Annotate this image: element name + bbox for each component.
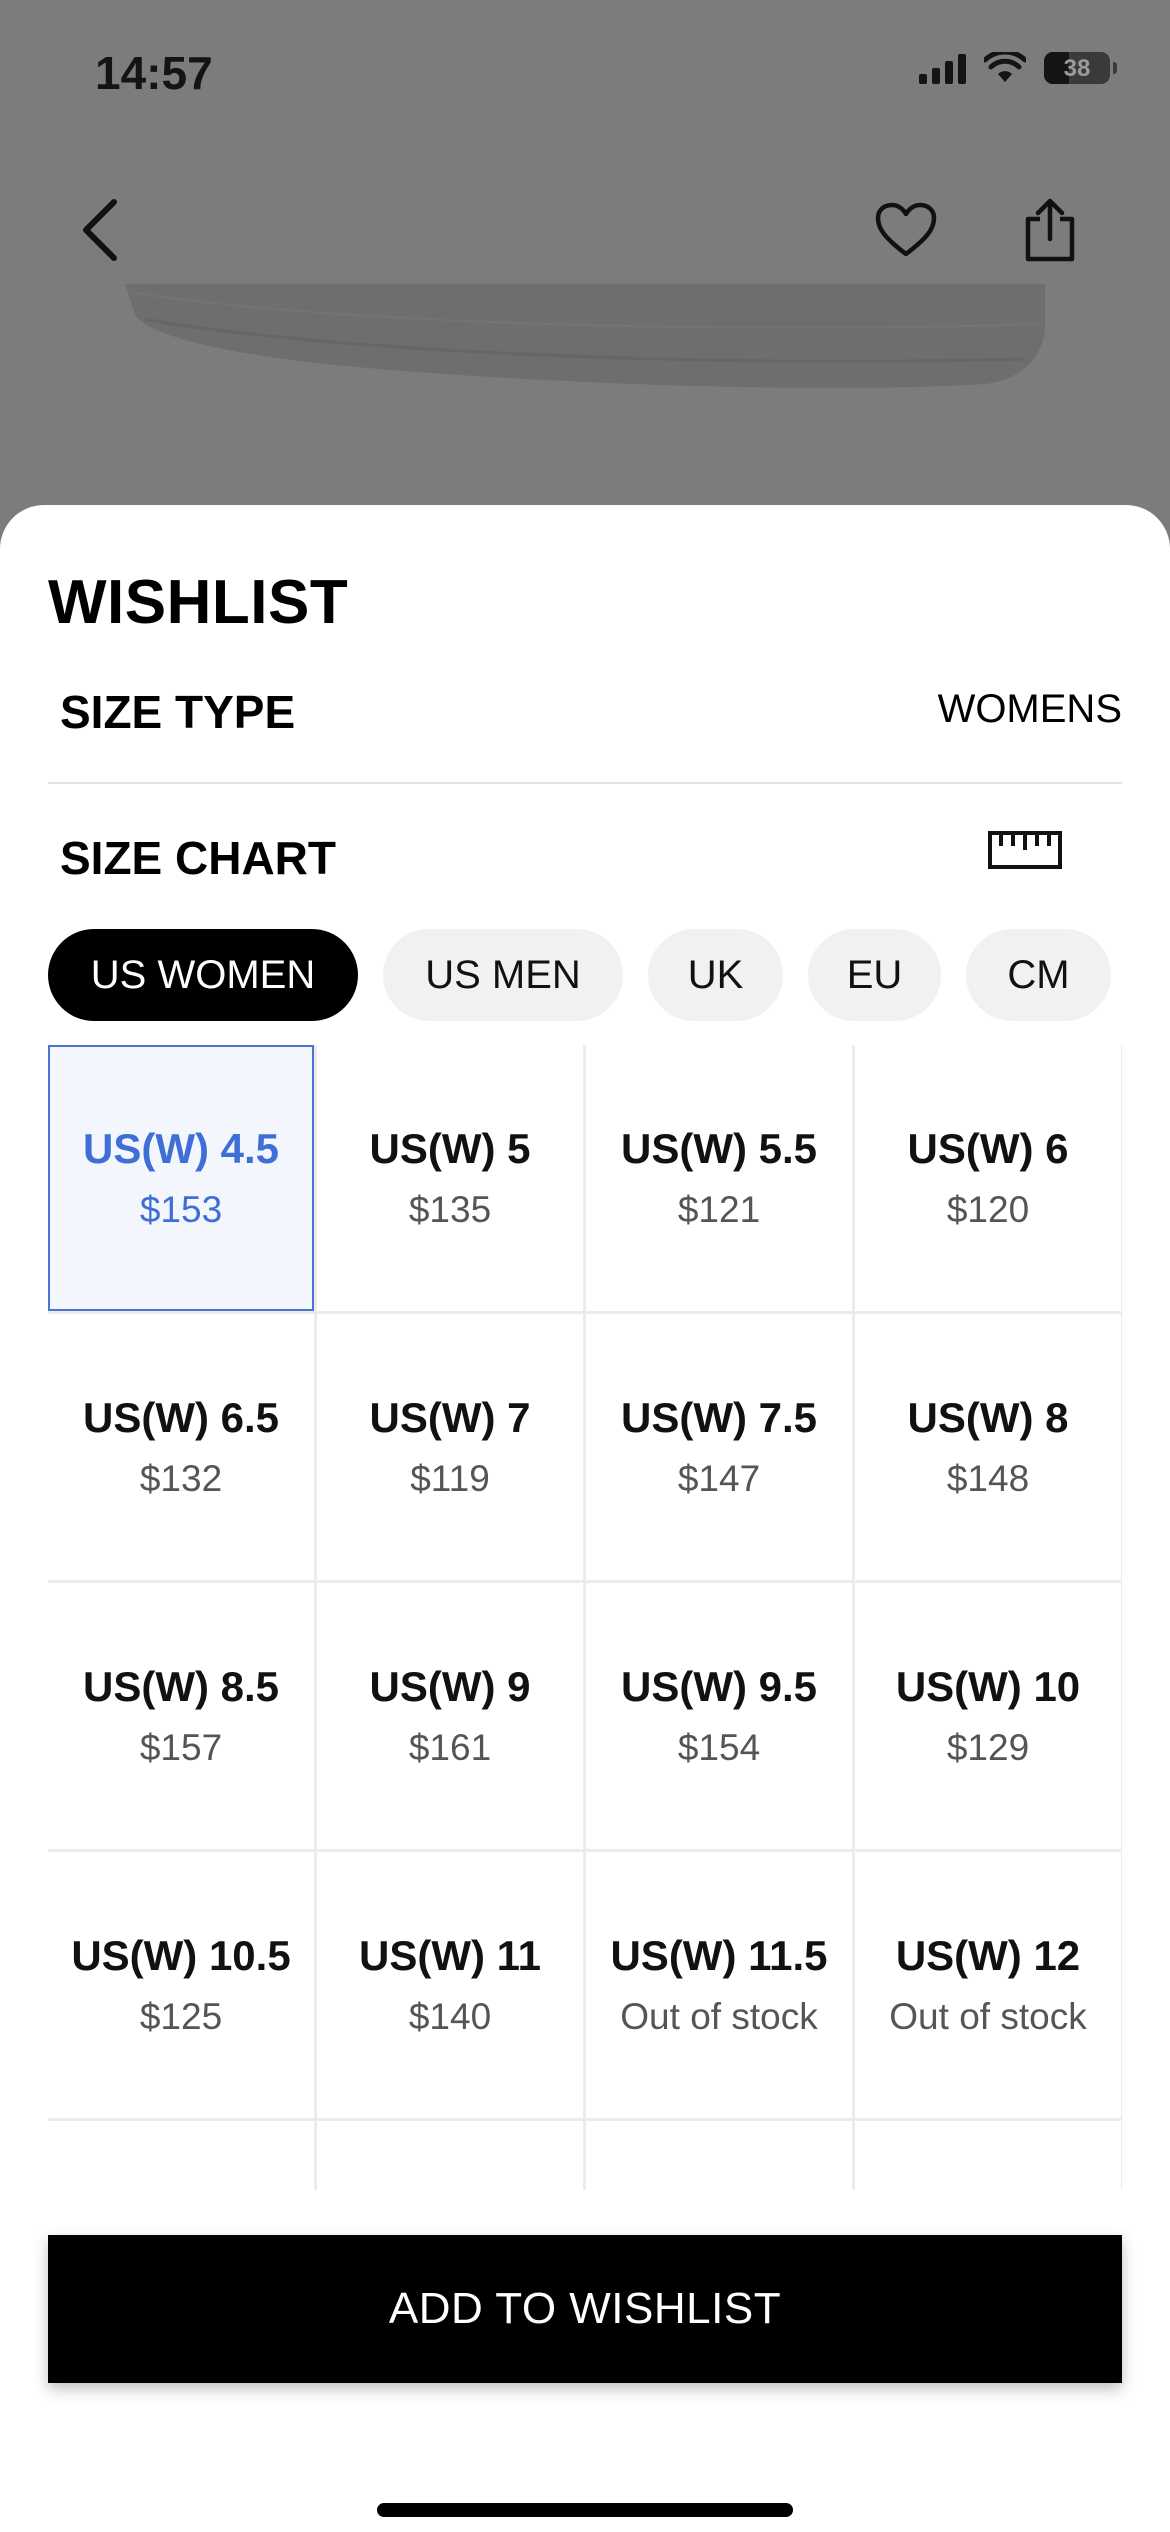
size-label: US(W) 9 [369, 1663, 531, 1710]
size-price: $132 [139, 1458, 223, 1499]
size-label: US(W) 5 [369, 1125, 531, 1172]
chevron-left-icon [83, 199, 117, 261]
size-option[interactable]: US(W) 9 $161 [317, 1583, 583, 1849]
wifi-icon [984, 52, 1026, 82]
size-option[interactable]: US(W) 6.5 $132 [48, 1314, 314, 1580]
size-option[interactable]: US(W) 7.5 $147 [586, 1314, 852, 1580]
size-label: US(W) 9.5 [620, 1663, 817, 1710]
size-option[interactable] [48, 2121, 314, 2190]
size-option[interactable]: US(W) 11.5 Out of stock [586, 1852, 852, 2118]
size-price: Out of stock [620, 1996, 818, 2037]
size-price: $129 [946, 1727, 1030, 1768]
size-price: $147 [677, 1458, 761, 1499]
add-to-wishlist-button[interactable]: ADD TO WISHLIST [48, 2235, 1122, 2383]
size-price: $157 [139, 1727, 223, 1768]
size-chart-label: SIZE CHART [60, 832, 336, 884]
status-time: 14:57 [95, 47, 213, 99]
size-price: $140 [408, 1996, 492, 2037]
size-option[interactable] [586, 2121, 852, 2190]
tab-eu[interactable]: EU [808, 929, 941, 1021]
size-label: US(W) 6 [907, 1125, 1069, 1172]
sheet-title: WISHLIST [48, 568, 349, 637]
tab-us-men[interactable]: US MEN [383, 929, 623, 1021]
size-price: $135 [408, 1189, 492, 1230]
size-type-value[interactable]: WOMENS [938, 687, 1122, 732]
share-icon [1025, 198, 1075, 262]
size-type-label: SIZE TYPE [60, 686, 296, 738]
size-option[interactable] [855, 2121, 1121, 2190]
size-label: US(W) 12 [895, 1932, 1081, 1979]
size-grid: US(W) 4.5 $153 US(W) 5 $135 US(W) 5.5 $121 … [48, 1045, 1122, 2190]
size-chart-button[interactable] [980, 820, 1070, 880]
size-label: US(W) 6.5 [82, 1394, 279, 1441]
size-price: $161 [408, 1727, 492, 1768]
signal-icon [919, 52, 966, 84]
size-option[interactable] [317, 2121, 583, 2190]
size-label: US(W) 8.5 [82, 1663, 279, 1710]
size-price: $125 [139, 1996, 223, 2037]
size-option[interactable]: US(W) 11 $140 [317, 1852, 583, 2118]
heart-icon [875, 202, 937, 257]
size-option[interactable]: US(W) 7 $119 [317, 1314, 583, 1580]
wishlist-heart-button[interactable] [866, 190, 946, 270]
status-bar: 14:57 38 [0, 0, 1170, 150]
wishlist-sheet: WISHLIST SIZE TYPE WOMENS SIZE CHART US … [0, 505, 1170, 2532]
ruler-icon [988, 831, 1062, 869]
size-label: US(W) 8 [907, 1394, 1069, 1441]
size-price: $154 [677, 1727, 761, 1768]
size-price: Out of stock [889, 1996, 1087, 2037]
size-option[interactable]: US(W) 9.5 $154 [586, 1583, 852, 1849]
size-option[interactable]: US(W) 12 Out of stock [855, 1852, 1121, 2118]
status-icons: 38 [919, 52, 1117, 84]
size-price: $119 [410, 1458, 490, 1499]
product-image [125, 284, 1045, 388]
size-option[interactable]: US(W) 5.5 $121 [586, 1045, 852, 1311]
size-label: US(W) 7 [369, 1394, 531, 1441]
size-label: US(W) 11 [358, 1932, 542, 1979]
share-button[interactable] [1010, 190, 1090, 270]
size-option[interactable]: US(W) 10 $129 [855, 1583, 1121, 1849]
size-option[interactable]: US(W) 4.5 $153 [48, 1045, 314, 1311]
size-region-tabs: US WOMEN US MEN UK EU CM [48, 929, 1111, 1021]
size-price: $148 [946, 1458, 1030, 1499]
size-label: US(W) 11.5 [610, 1932, 828, 1979]
size-label: US(W) 10 [895, 1663, 1081, 1710]
back-button[interactable] [60, 190, 140, 270]
size-label: US(W) 10.5 [71, 1932, 291, 1979]
tab-uk[interactable]: UK [648, 929, 783, 1021]
tab-us-women[interactable]: US WOMEN [48, 929, 358, 1021]
size-option[interactable]: US(W) 5 $135 [317, 1045, 583, 1311]
size-price: $153 [139, 1189, 223, 1230]
size-option[interactable]: US(W) 8 $148 [855, 1314, 1121, 1580]
home-indicator [377, 2503, 793, 2517]
size-price: $121 [677, 1189, 761, 1230]
divider [48, 782, 1122, 784]
tab-cm[interactable]: CM [966, 929, 1111, 1021]
size-price: $120 [946, 1189, 1030, 1230]
size-option[interactable]: US(W) 6 $120 [855, 1045, 1121, 1311]
size-option[interactable]: US(W) 10.5 $125 [48, 1852, 314, 2118]
battery-icon: 38 [1044, 52, 1117, 84]
size-label: US(W) 7.5 [620, 1394, 817, 1441]
size-option[interactable]: US(W) 8.5 $157 [48, 1583, 314, 1849]
size-label: US(W) 5.5 [620, 1125, 817, 1172]
size-label: US(W) 4.5 [82, 1125, 279, 1172]
